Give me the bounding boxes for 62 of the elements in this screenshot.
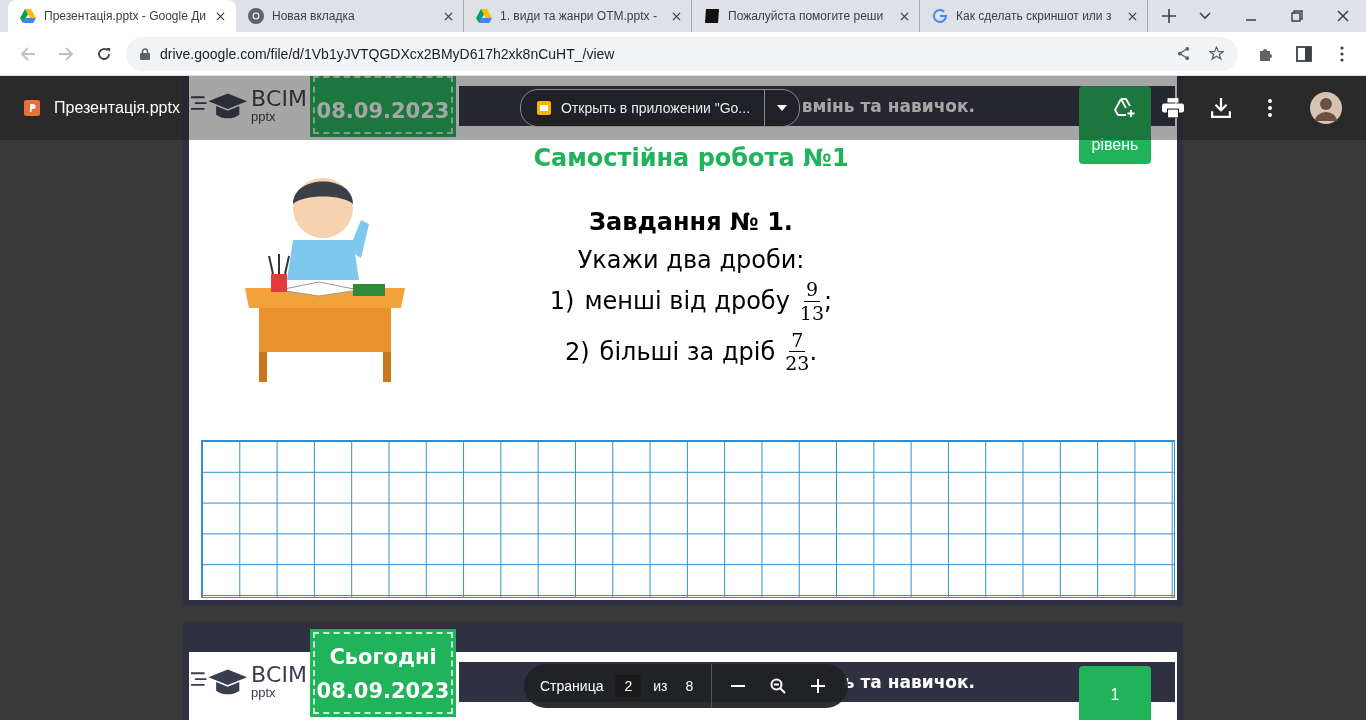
drive-icon [20,8,36,24]
task-prompt: Укажи два дроби: [577,246,805,274]
fraction-numerator: 7 [789,328,806,353]
close-icon[interactable] [672,11,681,21]
url-text: drive.google.com/file/d/1Vb1yJVTQGDXcx2BMyD617h2xk8nCuHT_/view [160,45,615,62]
date-text: 08.09.2023 [316,678,450,705]
print-icon[interactable] [1162,98,1184,118]
date-text: Сьогодні [329,644,437,671]
fraction-denominator: 13 [799,301,825,325]
punctuation: ; [824,287,833,316]
file-name: Презентація.pptx [54,99,180,117]
browser-tab[interactable]: Презентація.pptx - Google Ди [8,0,236,32]
restore-icon[interactable] [1291,10,1303,22]
logo-text: ВСІМ [251,88,307,110]
item-number: 2) [564,337,590,366]
slide-title: Самостійна робота №1 [533,144,849,172]
page-number-field[interactable]: 2 [615,675,642,697]
open-with-button[interactable]: Открыть в приложении "Go... [519,89,801,127]
tab-title: Новая вкладка [272,9,356,23]
google-icon [932,8,948,24]
star-icon[interactable] [1209,46,1224,61]
presentation-file-icon [24,100,40,116]
tab-title: 1. види та жанри ОТМ.pptx - [500,9,658,23]
page-total: 8 [684,678,695,694]
item-text: менші від дробу [584,287,790,316]
logo-subtext: pptx [251,686,277,699]
download-icon[interactable] [1210,98,1232,118]
close-icon[interactable] [1128,11,1137,21]
address-field[interactable]: drive.google.com/file/d/1Vb1yJVTQGDXcx2BMyD617h2xk8nCuHT_/view [126,36,1238,71]
chrome-icon [248,8,264,24]
item-text: більші за дріб [599,337,776,366]
punctuation: . [809,337,818,366]
close-icon[interactable] [1337,10,1349,22]
item-number: 1) [549,287,575,316]
heading-text: ь та навичок. [843,672,975,692]
site-icon [704,8,720,24]
close-icon[interactable] [444,11,453,21]
page-of-label: из [653,678,668,694]
task-heading: Завдання № 1. [589,208,793,236]
logo-text: ВСІМ [251,664,307,686]
add-to-drive-icon[interactable] [1114,98,1136,118]
close-icon[interactable] [216,11,225,21]
tab-title: Презентація.pptx - Google Ди [44,9,207,23]
tab-title: Пожалуйста помогите реши [728,9,885,23]
level-text: 1 [1110,686,1120,704]
new-tab-icon[interactable] [1162,9,1176,23]
heading-text: вмінь та навичок. [801,96,975,116]
tab-title: Как сделать скриншот или з [956,9,1113,23]
more-icon[interactable] [1268,98,1272,118]
date-text: 08.09.2023 [316,98,450,125]
page-label: Страница [540,678,604,694]
drive-icon [476,8,492,24]
level-text: рівень [1091,136,1139,154]
fraction-numerator: 9 [803,278,820,302]
fraction-denominator: 23 [785,352,810,376]
slides-icon [536,101,551,115]
share-icon[interactable] [1176,46,1191,61]
avatar-icon[interactable] [1310,92,1342,124]
logo-subtext: pptx [251,110,277,123]
lock-icon [140,47,150,60]
chevron-down-icon[interactable] [1199,10,1211,22]
close-icon[interactable] [900,11,909,21]
